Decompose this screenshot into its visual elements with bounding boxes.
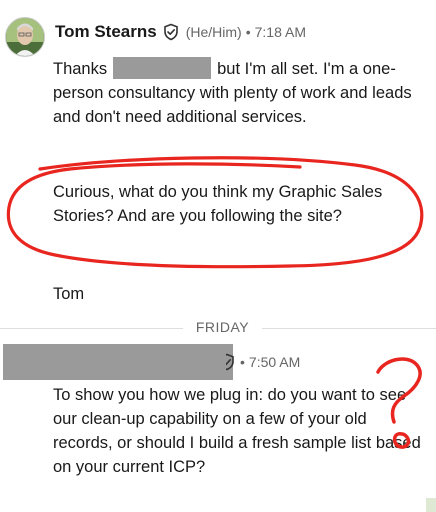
- message-paragraph-2: Curious, what do you think my Graphic Sa…: [53, 183, 383, 225]
- timestamp: 7:18 AM: [254, 24, 306, 40]
- pronouns: (He/Him): [185, 24, 242, 40]
- message-signature: Tom: [53, 285, 85, 303]
- day-divider: FRIDAY: [0, 318, 436, 338]
- corner-thumbnail: [426, 498, 436, 512]
- verified-shield-icon: [226, 353, 236, 371]
- timestamp: 7:50 AM: [248, 354, 301, 370]
- divider-line-left: [0, 328, 183, 329]
- message-paragraph-1: Thanks but I'm all set. I'm a one-person …: [53, 56, 423, 129]
- message-tom-stearns: Tom Stearns (He/Him) • 7:18 AM Thanks but…: [0, 0, 436, 320]
- avatar[interactable]: [5, 17, 45, 57]
- redacted-sender-block: [3, 344, 233, 380]
- divider-label: FRIDAY: [195, 319, 250, 335]
- separator-dot: •: [245, 24, 251, 40]
- message-header: • 7:50 AM: [226, 352, 300, 372]
- separator-dot: •: [240, 354, 245, 370]
- message-header: Tom Stearns (He/Him) • 7:18 AM: [55, 20, 306, 44]
- divider-line-right: [262, 328, 436, 329]
- sender-name[interactable]: Tom Stearns: [55, 22, 157, 42]
- message-body: To show you how we plug in: do you want …: [53, 386, 421, 476]
- verified-shield-icon: [162, 23, 180, 41]
- redacted-name: [113, 56, 212, 79]
- thanks-text: Thanks: [53, 60, 108, 78]
